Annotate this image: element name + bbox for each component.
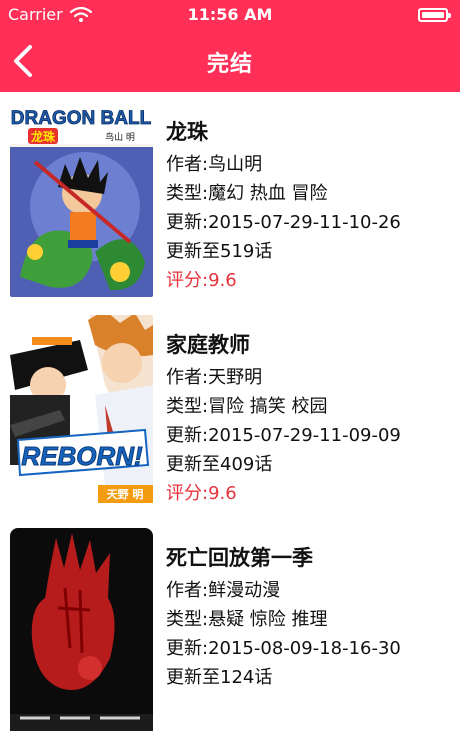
- comic-info: 家庭教师 作者:天野明 类型:冒险 搞笑 校园 更新:2015-07-29-11…: [166, 331, 401, 508]
- comic-cover-image: DRAGON BALL 龙珠 鸟山 明: [10, 102, 153, 297]
- comic-author: 作者:鲜漫动漫: [166, 580, 281, 601]
- comic-updated: 更新:2015-07-29-11-09-09: [166, 425, 401, 446]
- comic-genre: 类型:冒险 搞笑 校园: [166, 396, 328, 417]
- comic-score: 评分:9.6: [166, 483, 237, 504]
- comic-score: 评分:9.6: [166, 270, 237, 291]
- comic-author: 作者:天野明: [166, 367, 263, 388]
- battery-icon: [418, 8, 451, 22]
- cover-author-text: 天野 明: [107, 488, 144, 501]
- comic-cover-image: [10, 528, 153, 731]
- comic-genre: 类型:魔幻 热血 冒险: [166, 183, 328, 204]
- comic-genre: 类型:悬疑 惊险 推理: [166, 609, 328, 630]
- comic-info: 死亡回放第一季 作者:鲜漫动漫 类型:悬疑 惊险 推理 更新:2015-08-0…: [166, 544, 401, 692]
- cover-logo-text: DRAGON BALL: [11, 108, 152, 129]
- comic-row[interactable]: DRAGON BALL 龙珠 鸟山 明 龙珠 作者:鸟山明 类型:魔幻 热血 冒…: [0, 92, 460, 305]
- comic-info: 龙珠 作者:鸟山明 类型:魔幻 热血 冒险 更新:2015-07-29-11-1…: [166, 118, 401, 295]
- status-bar: Carrier 11:56 AM: [0, 0, 460, 32]
- comic-latest: 更新至519话: [166, 241, 273, 262]
- comic-list: DRAGON BALL 龙珠 鸟山 明 龙珠 作者:鸟山明 类型:魔幻 热血 冒…: [0, 92, 460, 731]
- cover-author-text: 鸟山 明: [105, 131, 135, 143]
- navigation-bar: 完结: [0, 32, 460, 92]
- comic-author: 作者:鸟山明: [166, 154, 263, 175]
- comic-cover-image: REBORN! 天野 明: [10, 315, 153, 510]
- clock-label: 11:56 AM: [187, 5, 273, 24]
- comic-latest: 更新至124话: [166, 667, 273, 688]
- cover-sub-text: 龙珠: [31, 129, 56, 144]
- nav-header: Carrier 11:56 AM 完结: [0, 0, 460, 92]
- comic-row[interactable]: 死亡回放第一季 作者:鲜漫动漫 类型:悬疑 惊险 推理 更新:2015-08-0…: [0, 518, 460, 731]
- comic-updated: 更新:2015-08-09-18-16-30: [166, 638, 401, 659]
- comic-latest: 更新至409话: [166, 454, 273, 475]
- comic-updated: 更新:2015-07-29-11-10-26: [166, 212, 401, 233]
- cover-logo-text: REBORN!: [21, 441, 143, 471]
- page-title: 完结: [206, 52, 253, 77]
- comic-title: 家庭教师: [166, 333, 250, 357]
- comic-title: 龙珠: [166, 120, 208, 144]
- comic-title: 死亡回放第一季: [166, 546, 313, 570]
- comic-row[interactable]: REBORN! 天野 明 家庭教师 作者:天野明 类型:冒险 搞笑 校园 更新:…: [0, 305, 460, 518]
